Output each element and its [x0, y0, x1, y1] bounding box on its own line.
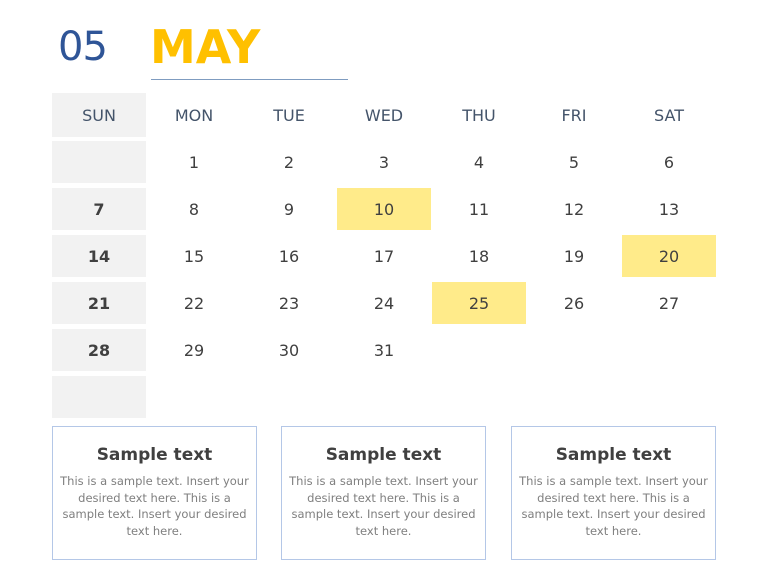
day-cell[interactable]: 12 — [527, 188, 621, 230]
day-cell[interactable]: 31 — [337, 329, 431, 371]
day-cell[interactable]: 11 — [432, 188, 526, 230]
day-cell[interactable]: 27 — [622, 282, 716, 324]
day-cell[interactable]: 28 — [52, 329, 146, 371]
day-cell[interactable]: 1 — [147, 141, 241, 183]
weekday-header-thu: THU — [462, 105, 496, 125]
weekday-header-tue: TUE — [273, 105, 305, 125]
day-cell[interactable]: 9 — [242, 188, 336, 230]
text-card-1: Sample text This is a sample text. Inser… — [52, 426, 257, 560]
day-cell[interactable]: 17 — [337, 235, 431, 277]
day-cell[interactable]: 21 — [52, 282, 146, 324]
weekday-header-mon: MON — [174, 105, 214, 125]
text-card-2: Sample text This is a sample text. Inser… — [281, 426, 486, 560]
card-title: Sample text — [325, 445, 442, 465]
card-body: This is a sample text. Insert your desir… — [519, 474, 708, 538]
day-cell[interactable]: 26 — [527, 282, 621, 324]
month-number: 05 — [58, 24, 108, 70]
card-body: This is a sample text. Insert your desir… — [289, 474, 478, 538]
day-cell[interactable]: 30 — [242, 329, 336, 371]
card-title: Sample text — [96, 445, 213, 465]
empty-day-cell — [52, 376, 146, 418]
weekday-header-sat: SAT — [654, 105, 684, 125]
card-title: Sample text — [555, 445, 672, 465]
day-cell[interactable]: 15 — [147, 235, 241, 277]
day-cell[interactable]: 14 — [52, 235, 146, 277]
weekday-header-fri: FRI — [561, 105, 587, 125]
day-cell[interactable]: 23 — [242, 282, 336, 324]
text-card-3: Sample text This is a sample text. Inser… — [511, 426, 716, 560]
day-cell[interactable]: 24 — [337, 282, 431, 324]
card-body: This is a sample text. Insert your desir… — [60, 474, 249, 538]
day-cell[interactable]: 16 — [242, 235, 336, 277]
day-cell[interactable]: 25 — [432, 282, 526, 324]
day-cell[interactable]: 5 — [527, 141, 621, 183]
day-cell[interactable]: 29 — [147, 329, 241, 371]
day-cell[interactable]: 8 — [147, 188, 241, 230]
day-cell[interactable]: 6 — [622, 141, 716, 183]
day-cell[interactable]: 10 — [337, 188, 431, 230]
day-cell[interactable]: 7 — [52, 188, 146, 230]
day-cell[interactable]: 22 — [147, 282, 241, 324]
empty-day-cell — [52, 141, 146, 183]
day-cell[interactable]: 3 — [337, 141, 431, 183]
day-cell[interactable]: 4 — [432, 141, 526, 183]
weekday-header-sun: SUN — [52, 93, 146, 137]
day-cell[interactable]: 13 — [622, 188, 716, 230]
weekday-header-wed: WED — [364, 105, 404, 125]
day-cell[interactable]: 19 — [527, 235, 621, 277]
day-cell[interactable]: 2 — [242, 141, 336, 183]
day-cell[interactable]: 18 — [432, 235, 526, 277]
day-cell[interactable]: 20 — [622, 235, 716, 277]
month-name: MAY — [150, 20, 261, 74]
title-underline — [151, 79, 348, 80]
